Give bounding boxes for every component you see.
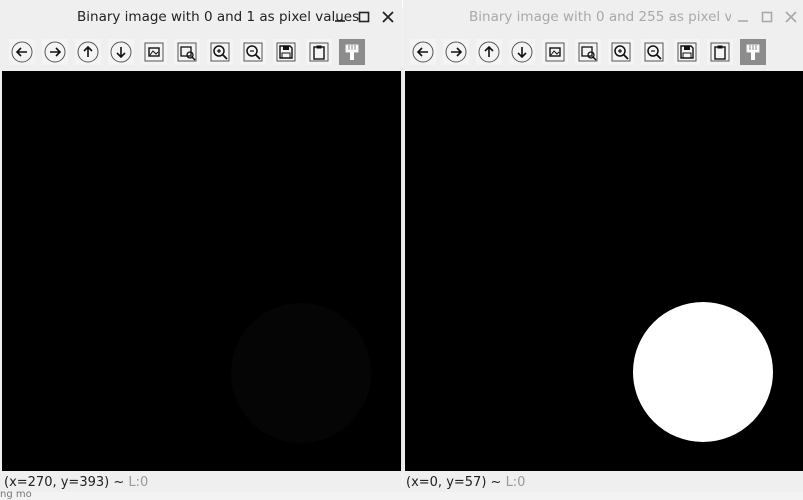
clipboard-icon <box>309 42 329 62</box>
up-icon <box>478 41 500 63</box>
image-button[interactable] <box>141 39 167 65</box>
titlebar[interactable]: Binary image with 0 and 255 as pixel val… <box>403 0 803 34</box>
pixel-level: L:0 <box>505 475 526 490</box>
background-text: ng mo <box>0 489 32 500</box>
minimize-button[interactable] <box>330 7 350 27</box>
back-icon <box>412 41 434 63</box>
image-search-icon <box>578 42 598 62</box>
up-icon <box>77 41 99 63</box>
right-image-window: Binary image with 0 and 255 as pixel val… <box>403 0 803 492</box>
image-search-button[interactable] <box>575 39 601 65</box>
toolbar <box>0 36 402 66</box>
forward-button[interactable] <box>42 39 68 65</box>
image-canvas[interactable] <box>2 71 401 471</box>
back-button[interactable] <box>410 39 436 65</box>
up-button[interactable] <box>476 39 502 65</box>
minimize-icon <box>335 20 345 22</box>
forward-button[interactable] <box>443 39 469 65</box>
zoom-in-button[interactable] <box>608 39 634 65</box>
faint-circle <box>231 303 371 443</box>
save-icon <box>677 42 697 62</box>
close-button[interactable] <box>378 7 398 27</box>
close-icon <box>785 11 797 23</box>
status-bar: (x=270, y=393) ~ L:0 <box>4 475 148 490</box>
minimize-icon <box>738 20 748 22</box>
up-button[interactable] <box>75 39 101 65</box>
save-button[interactable] <box>273 39 299 65</box>
zoom-in-icon <box>210 42 230 62</box>
left-image-window: Binary image with 0 and 1 as pixel value… <box>0 0 402 492</box>
maximize-icon <box>761 11 773 23</box>
image-canvas[interactable] <box>405 71 803 471</box>
forward-icon <box>445 41 467 63</box>
paint-brush-icon <box>746 44 760 60</box>
forward-icon <box>44 41 66 63</box>
image-search-icon <box>177 42 197 62</box>
minimize-button[interactable] <box>733 7 753 27</box>
toolbar <box>403 36 803 66</box>
pixel-level: L:0 <box>128 475 149 490</box>
clipboard-button[interactable] <box>707 39 733 65</box>
zoom-out-button[interactable] <box>641 39 667 65</box>
down-button[interactable] <box>509 39 535 65</box>
maximize-button[interactable] <box>354 7 374 27</box>
down-button[interactable] <box>108 39 134 65</box>
zoom-out-icon <box>644 42 664 62</box>
paint-brush-button[interactable] <box>339 39 365 65</box>
close-button[interactable] <box>781 7 801 27</box>
save-icon <box>276 42 296 62</box>
down-icon <box>511 41 533 63</box>
zoom-in-button[interactable] <box>207 39 233 65</box>
window-title: Binary image with 0 and 255 as pixel val… <box>469 9 731 25</box>
maximize-button[interactable] <box>757 7 777 27</box>
zoom-in-icon <box>611 42 631 62</box>
back-icon <box>11 41 33 63</box>
cursor-coordinates: (x=270, y=393) ~ <box>4 475 125 490</box>
image-icon <box>144 42 164 62</box>
status-bar: (x=0, y=57) ~ L:0 <box>406 475 525 490</box>
paint-brush-button[interactable] <box>740 39 766 65</box>
zoom-out-icon <box>243 42 263 62</box>
image-search-button[interactable] <box>174 39 200 65</box>
clipboard-icon <box>710 42 730 62</box>
close-icon <box>382 11 394 23</box>
zoom-out-button[interactable] <box>240 39 266 65</box>
titlebar[interactable]: Binary image with 0 and 1 as pixel value… <box>0 0 402 34</box>
image-button[interactable] <box>542 39 568 65</box>
cursor-coordinates: (x=0, y=57) ~ <box>406 475 502 490</box>
save-button[interactable] <box>674 39 700 65</box>
maximize-icon <box>358 11 370 23</box>
back-button[interactable] <box>9 39 35 65</box>
white-circle <box>633 302 773 442</box>
image-icon <box>545 42 565 62</box>
clipboard-button[interactable] <box>306 39 332 65</box>
paint-brush-icon <box>345 44 359 60</box>
down-icon <box>110 41 132 63</box>
window-title: Binary image with 0 and 1 as pixel value… <box>77 9 360 25</box>
